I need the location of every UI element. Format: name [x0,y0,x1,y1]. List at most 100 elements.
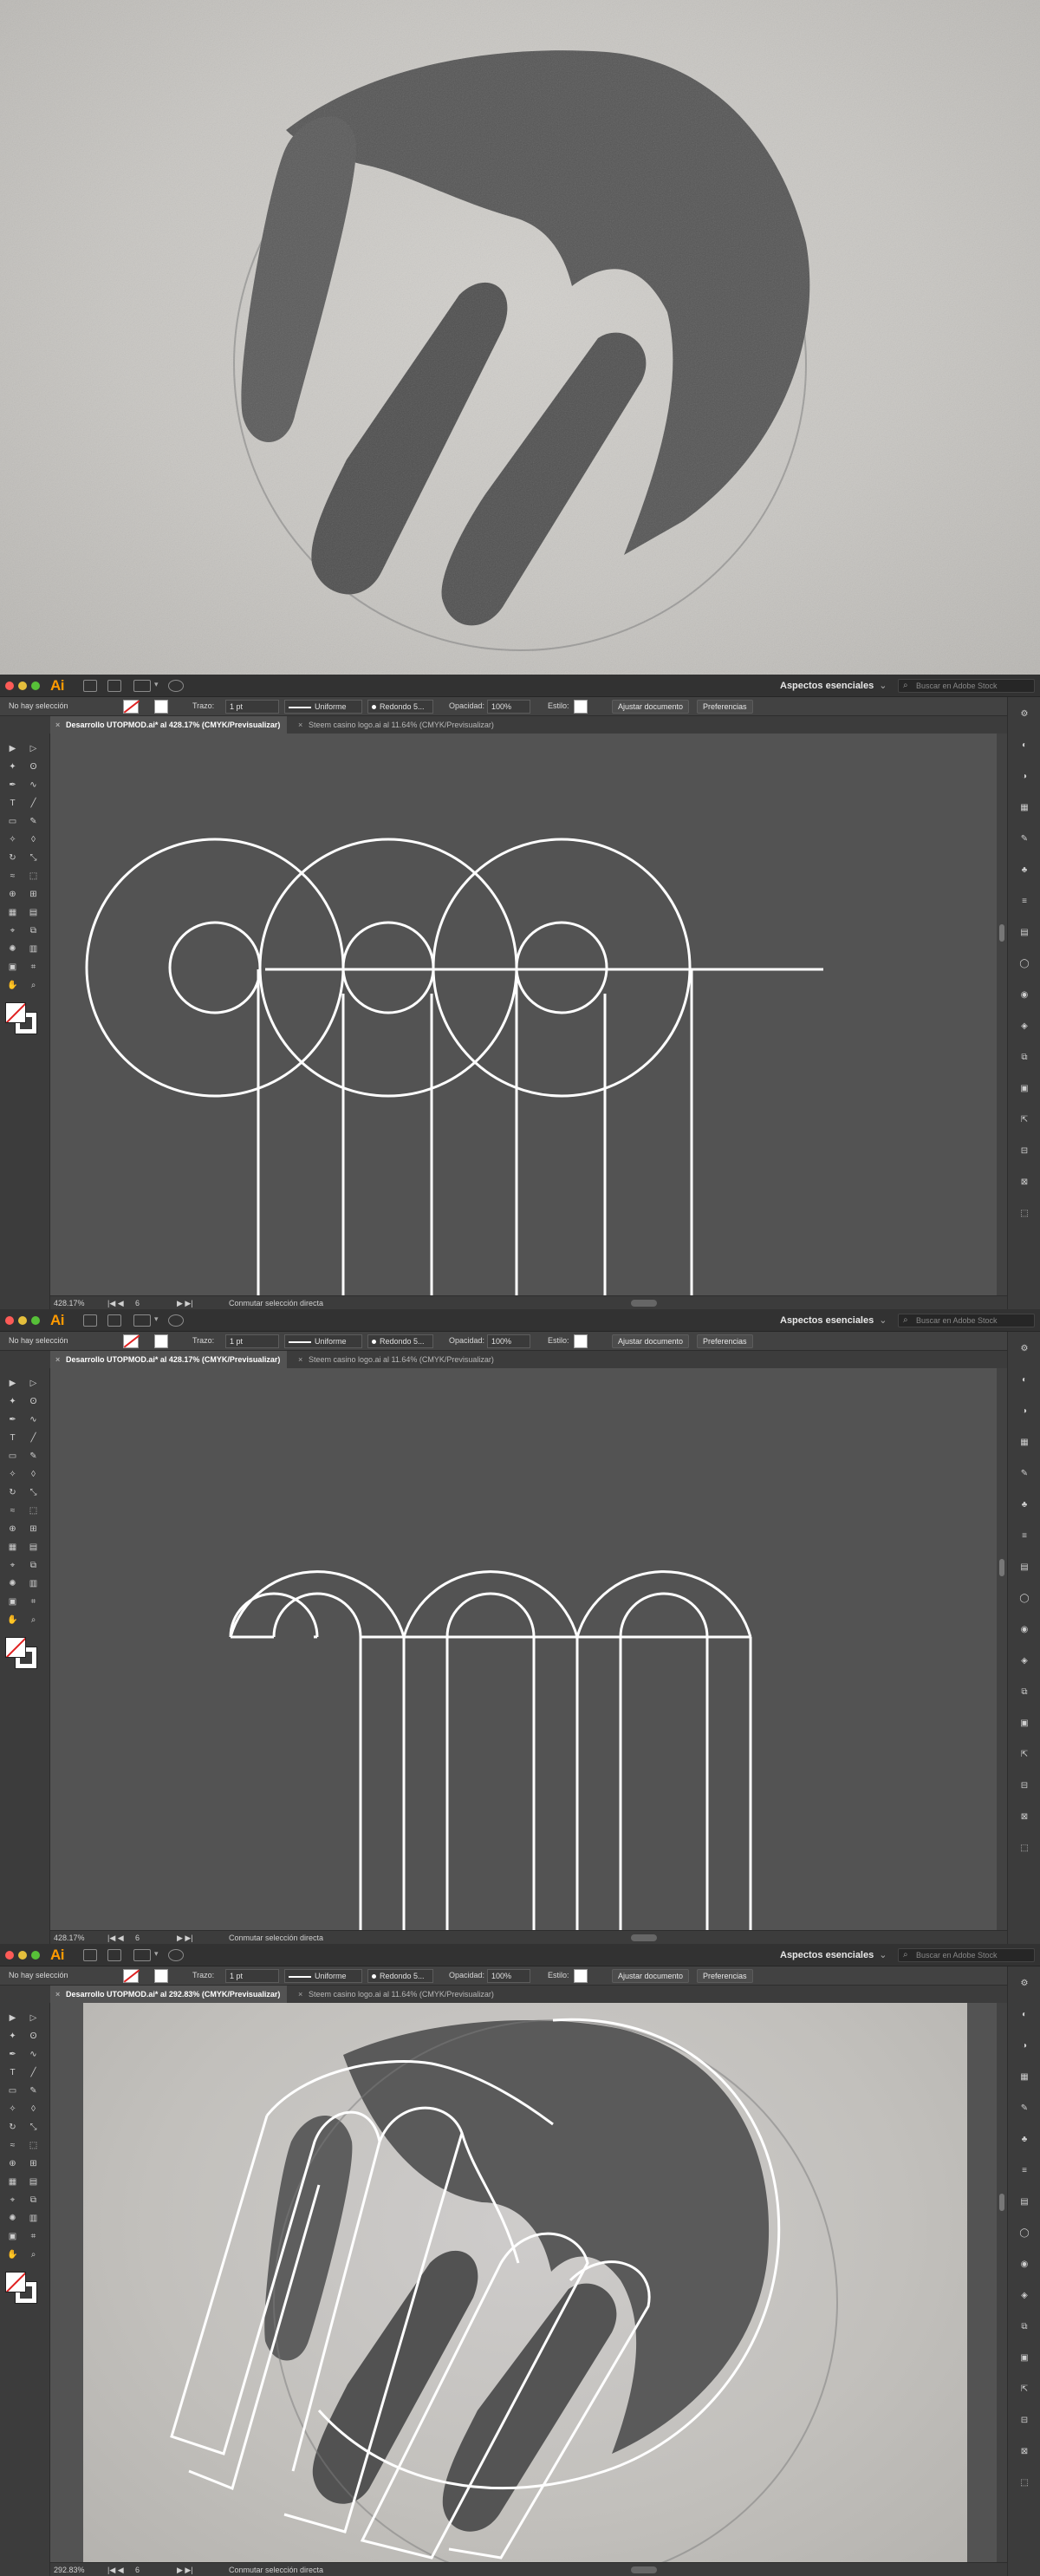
minimize-window-button[interactable] [18,1951,27,1960]
shape-builder-icon[interactable]: ⊕ [7,890,18,900]
zoom-level[interactable]: 428.17% [54,1299,85,1308]
stroke-swatch[interactable] [154,700,168,714]
shape-builder-icon[interactable]: ⊕ [7,1524,18,1535]
stroke-weight-select[interactable]: 1 pt [225,700,279,714]
swatches-icon[interactable]: ▦ [1018,2072,1030,2083]
close-window-button[interactable] [5,681,14,690]
workspace-switcher[interactable]: Aspectos esenciales ⌄ [780,1949,887,1960]
preferences-button[interactable]: Preferencias [697,1334,753,1348]
chevron-down-icon[interactable]: ▾ [154,1314,159,1324]
bridge-icon[interactable] [83,680,97,692]
appearance-icon[interactable]: ◉ [1018,990,1030,1001]
color-guide-icon[interactable]: ◑ [1018,1406,1030,1417]
close-tab-icon[interactable]: × [298,1355,302,1364]
asset-export-icon[interactable]: ⇱ [1018,2384,1030,2395]
close-tab-icon[interactable]: × [298,721,302,729]
next-artboard-icon[interactable]: ▶ ▶| [177,1934,193,1943]
line-tool-icon[interactable]: ╱ [28,799,39,809]
gradient-panel-icon[interactable]: ▤ [1018,928,1030,938]
layers-icon[interactable]: ⧉ [1018,2322,1030,2332]
rotate-icon[interactable]: ↻ [7,853,18,864]
graphic-styles-icon[interactable]: ◈ [1018,2291,1030,2301]
hand-icon[interactable]: ✋ [7,2250,18,2260]
artboard-icon[interactable]: ▣ [7,2232,18,2242]
shape-builder-icon[interactable]: ⊕ [7,2159,18,2169]
vertical-scrollbar[interactable] [997,734,1007,1295]
paintbrush-icon[interactable]: ✎ [28,1451,39,1462]
stroke-icon[interactable]: ≡ [1018,897,1030,907]
transparency-icon[interactable]: ◯ [1018,959,1030,969]
layers-icon[interactable]: ⧉ [1018,1687,1030,1698]
fit-document-button[interactable]: Ajustar documento [612,1969,690,1983]
selection-tool-icon[interactable]: ▶ [7,1379,18,1389]
preferences-button[interactable]: Preferencias [697,1969,753,1983]
zoom-window-button[interactable] [31,1951,40,1960]
scroll-thumb[interactable] [999,924,1004,942]
layers-icon[interactable]: ⧉ [1018,1053,1030,1063]
gradient-icon[interactable]: ▤ [28,1542,39,1553]
free-transform-icon[interactable]: ⬚ [28,1506,39,1516]
pathfinder-icon[interactable]: ⊠ [1018,2447,1030,2457]
arrange-documents-icon[interactable] [133,680,151,692]
close-tab-icon[interactable]: × [55,721,60,729]
color-icon[interactable]: ◐ [1018,2010,1030,2020]
fit-document-button[interactable]: Ajustar documento [612,1334,690,1348]
minimize-window-button[interactable] [18,1316,27,1325]
artboards-icon[interactable]: ▣ [1018,1718,1030,1729]
rotate-icon[interactable]: ↻ [7,2123,18,2133]
properties-icon[interactable]: ⚙ [1018,709,1030,720]
align-icon[interactable]: ⊟ [1018,2416,1030,2426]
eyedropper-icon[interactable]: ⌖ [7,1561,18,1571]
horizontal-scroll-thumb[interactable] [631,2566,657,2573]
magic-wand-icon[interactable]: ✦ [7,1397,18,1407]
chevron-down-icon[interactable]: ▾ [154,680,159,689]
type-tool-icon[interactable]: T [7,799,18,809]
eyedropper-icon[interactable]: ⌖ [7,926,18,936]
arrange-documents-icon[interactable] [133,1314,151,1327]
minimize-window-button[interactable] [18,681,27,690]
direct-selection-tool-icon[interactable]: ▷ [28,1379,39,1389]
stroke-icon[interactable]: ≡ [1018,2166,1030,2176]
artboards-icon[interactable]: ▣ [1018,2353,1030,2364]
pen-tool-icon[interactable]: ✒ [7,780,18,791]
variable-width-profile-select[interactable]: Uniforme [284,1969,362,1983]
hand-icon[interactable]: ✋ [7,1615,18,1626]
paintbrush-icon[interactable]: ✎ [28,817,39,827]
scale-icon[interactable]: ⤡ [28,2123,39,2133]
brush-definition-select[interactable]: Redondo 5... [367,700,433,714]
stock-icon[interactable] [107,680,121,692]
workspace-switcher[interactable]: Aspectos esenciales ⌄ [780,1314,887,1326]
color-guide-icon[interactable]: ◑ [1018,772,1030,782]
artboard-icon[interactable]: ▣ [7,962,18,973]
zoom-icon[interactable]: ⌕ [28,1615,39,1626]
selection-tool-icon[interactable]: ▶ [7,744,18,754]
slice-icon[interactable]: ⌗ [28,2232,39,2242]
appearance-icon[interactable]: ◉ [1018,2260,1030,2270]
color-guide-icon[interactable]: ◑ [1018,2041,1030,2051]
transparency-icon[interactable]: ◯ [1018,1594,1030,1604]
fill-stroke-widget[interactable] [5,1002,40,1037]
vertical-scrollbar[interactable] [997,2003,1007,2562]
close-window-button[interactable] [5,1316,14,1325]
swatches-icon[interactable]: ▦ [1018,803,1030,813]
hand-icon[interactable]: ✋ [7,981,18,991]
gradient-icon[interactable]: ▤ [28,2177,39,2188]
gpu-performance-icon[interactable] [168,1314,184,1327]
selection-tool-icon[interactable]: ▶ [7,2013,18,2024]
brushes-icon[interactable]: ✎ [1018,834,1030,845]
zoom-level[interactable]: 292.83% [54,2566,85,2574]
align-icon[interactable]: ⊟ [1018,1781,1030,1791]
warp-icon[interactable]: ≈ [7,871,18,882]
zoom-icon[interactable]: ⌕ [28,2250,39,2260]
chevron-down-icon[interactable]: ▾ [154,1949,159,1959]
arrange-documents-icon[interactable] [133,1949,151,1961]
stock-search-input[interactable]: ⌕ Buscar en Adobe Stock [898,1314,1035,1327]
vertical-scrollbar[interactable] [997,1368,1007,1930]
lasso-icon[interactable]: ʘ [28,2031,39,2042]
stroke-swatch[interactable] [154,1334,168,1348]
pathfinder-icon[interactable]: ⊠ [1018,1812,1030,1823]
bridge-icon[interactable] [83,1314,97,1327]
free-transform-icon[interactable]: ⬚ [28,2141,39,2151]
tab-document-active[interactable]: × Desarrollo UTOPMOD.ai* al 292.83% (CMYK… [50,1986,288,2003]
scroll-thumb[interactable] [999,2194,1004,2211]
